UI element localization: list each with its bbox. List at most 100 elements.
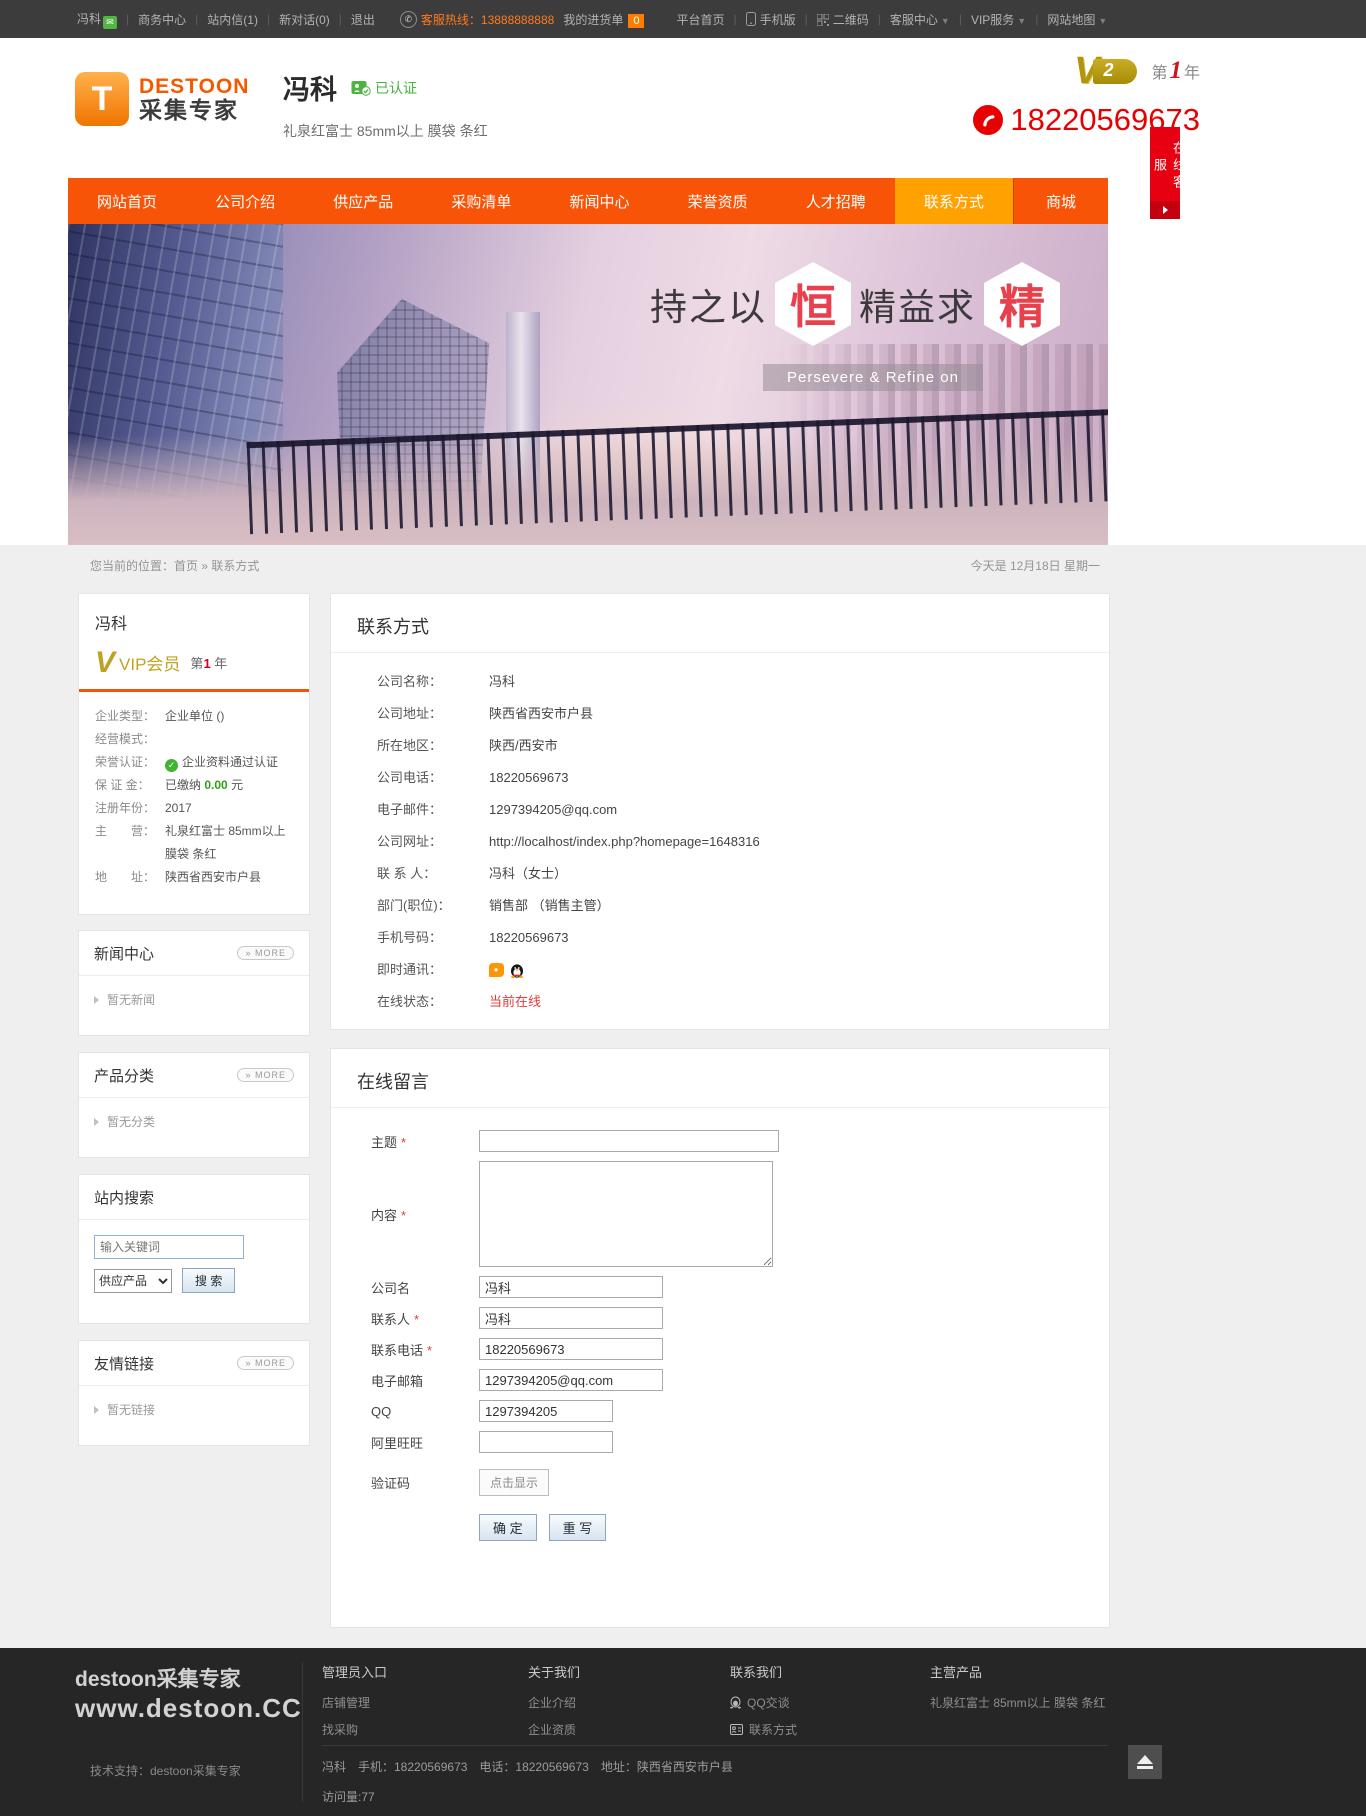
chevron-down-icon: ▼ (941, 16, 950, 26)
footer-visit-count: 访问量:77 (322, 1788, 375, 1805)
nav-item-honor[interactable]: 荣誉资质 (659, 178, 777, 224)
phone-input[interactable] (479, 1338, 663, 1360)
news-more-button[interactable]: » MORE (237, 946, 294, 960)
footer-link-shop-manage[interactable]: 店铺管理 (322, 1694, 387, 1711)
vip-v-icon: V (95, 652, 115, 674)
search-category-select[interactable]: 供应产品 (94, 1269, 172, 1293)
message-form-panel: 在线留言 主题* 内容* 公司名 联系人* 联系电话* (330, 1048, 1110, 1628)
nav-item-mall[interactable]: 商城 (1013, 178, 1108, 224)
banner-subtitle: Persevere & Refine on (763, 364, 983, 391)
online-service-tab[interactable]: 在线客服 (1150, 127, 1180, 219)
page-date: 今天是 12月18日 星期一 (930, 557, 1100, 574)
company-field-mode: 经营模式： (95, 728, 293, 751)
topbar-link-logout[interactable]: 退出 (342, 11, 384, 28)
links-more-button[interactable]: » MORE (237, 1356, 294, 1370)
breadcrumb-prefix: 您当前的位置： (90, 559, 174, 573)
wangwang-input[interactable] (479, 1431, 613, 1453)
form-row-company: 公司名 (371, 1276, 1109, 1298)
qrcode-icon (817, 14, 829, 26)
chevron-down-icon: ▼ (1098, 16, 1107, 26)
form-row-ww: 阿里旺旺 (371, 1431, 1109, 1453)
search-input[interactable] (94, 1235, 244, 1259)
qq-input[interactable] (479, 1400, 613, 1422)
verified-icon (351, 80, 371, 96)
contact-card-icon (730, 1724, 743, 1735)
divider (322, 1745, 1108, 1746)
footer-link-contact[interactable]: 联系方式 (730, 1721, 797, 1738)
sidebar-company-name: 冯科 (95, 610, 293, 634)
topbar-link-vip-service[interactable]: VIP服务▼ (962, 11, 1035, 28)
links-title: 友情链接 (94, 1353, 154, 1374)
categories-empty-text: 暂无分类 (107, 1115, 155, 1129)
main-nav: 网站首页 公司介绍 供应产品 采购清单 新闻中心 荣誉资质 人才招聘 联系方式 … (68, 178, 1108, 224)
qq-penguin-icon[interactable] (510, 962, 524, 978)
cart-link[interactable]: 我的进货单0 (554, 11, 653, 28)
sidebar-search-card: 站内搜索 供应产品 搜 索 (78, 1174, 310, 1324)
categories-more-button[interactable]: » MORE (237, 1068, 294, 1082)
company-website-link[interactable]: http://localhost/index.php?homepage=1648… (489, 826, 760, 858)
search-title: 站内搜索 (94, 1187, 154, 1208)
nav-item-news[interactable]: 新闻中心 (541, 178, 659, 224)
form-row-captcha: 验证码 点击显示 (371, 1469, 1109, 1496)
footer-link-find-purchase[interactable]: 找采购 (322, 1721, 387, 1738)
subject-input[interactable] (479, 1130, 779, 1152)
nav-item-purchase[interactable]: 采购清单 (422, 178, 540, 224)
topbar-link-sitemap[interactable]: 网站地图▼ (1038, 11, 1116, 28)
contact-input[interactable] (479, 1307, 663, 1329)
company-input[interactable] (479, 1276, 663, 1298)
topbar-username[interactable]: 冯科✉ (68, 10, 126, 29)
brand-logo[interactable]: T DESTOON 采集专家 (75, 72, 249, 126)
breadcrumb-home-link[interactable]: 首页 (174, 559, 198, 573)
hexagon-icon: 恒 (775, 262, 851, 346)
submit-button[interactable]: 确 定 (479, 1514, 537, 1541)
footer-link-company-cert[interactable]: 企业资质 (528, 1721, 580, 1738)
required-mark: * (401, 1208, 406, 1223)
contact-row: 联 系 人：冯科（女士） (377, 858, 1083, 890)
topbar-link-chats[interactable]: 新对话(0) (270, 11, 339, 28)
required-mark: * (414, 1312, 419, 1327)
topbar-link-qrcode[interactable]: 二维码 (808, 11, 878, 28)
vip-level-badge: V2 (1074, 56, 1137, 86)
mobile-icon (746, 12, 756, 26)
form-row-qq: QQ (371, 1400, 1109, 1422)
topbar-link-platform-home[interactable]: 平台首页 (667, 11, 733, 28)
nav-item-contact[interactable]: 联系方式 (895, 178, 1013, 224)
footer-col-about: 关于我们 企业介绍 企业资质 (528, 1662, 580, 1748)
topbar-link-messages[interactable]: 站内信(1) (198, 11, 267, 28)
topbar-link-mobile[interactable]: 手机版 (737, 11, 805, 28)
nav-item-products[interactable]: 供应产品 (304, 178, 422, 224)
nav-item-home[interactable]: 网站首页 (68, 178, 186, 224)
logo-t-icon: T (75, 72, 129, 126)
company-field-address: 地 址：陕西省西安市户县 (95, 866, 293, 889)
page: 冯科✉ | 商务中心 | 站内信(1) | 新对话(0) | 退出 ✆客服热线：… (0, 0, 1366, 1816)
sidebar-company-card: 冯科 V VIP会员 第1 年 企业类型：企业单位 () 经营模式： 荣誉认证：… (78, 593, 310, 915)
contact-row: 公司名称：冯科 (377, 666, 1083, 698)
topbar-link-service-center[interactable]: 客服中心▼ (881, 11, 959, 28)
nav-item-about[interactable]: 公司介绍 (186, 178, 304, 224)
reset-button[interactable]: 重 写 (549, 1514, 607, 1541)
check-icon: ✓ (165, 759, 178, 772)
news-title: 新闻中心 (94, 943, 154, 964)
content-textarea[interactable] (479, 1161, 773, 1267)
email-input[interactable] (479, 1369, 663, 1391)
search-button[interactable]: 搜 索 (182, 1268, 235, 1293)
qq-bubble-icon[interactable]: ● (489, 963, 504, 977)
topbar: 冯科✉ | 商务中心 | 站内信(1) | 新对话(0) | 退出 ✆客服热线：… (0, 0, 1366, 38)
hexagon-icon: 精 (984, 262, 1060, 346)
company-field-type: 企业类型：企业单位 () (95, 705, 293, 728)
captcha-show-button[interactable]: 点击显示 (479, 1469, 549, 1496)
arrow-up-icon (1137, 1755, 1153, 1764)
form-row-subject: 主题* (371, 1130, 1109, 1152)
breadcrumb-separator: » (201, 559, 208, 573)
form-panel-title: 在线留言 (331, 1049, 1109, 1108)
contact-row-im: 即时通讯： ● (377, 954, 1083, 986)
footer-link-qq-chat[interactable]: QQ交谈 (730, 1694, 797, 1711)
nav-item-jobs[interactable]: 人才招聘 (777, 178, 895, 224)
contact-row: 电子邮件：1297394205@qq.com (377, 794, 1083, 826)
topbar-left: 冯科✉ | 商务中心 | 站内信(1) | 新对话(0) | 退出 ✆客服热线：… (68, 10, 554, 29)
topbar-link-business-center[interactable]: 商务中心 (129, 11, 195, 28)
back-to-top-button[interactable] (1128, 1745, 1162, 1779)
footer-link-company-intro[interactable]: 企业介绍 (528, 1694, 580, 1711)
banner: 持之以 恒 精益求 精 Persevere & Refine on (68, 224, 1108, 545)
contact-row: 部门(职位)：销售部 （销售主管） (377, 890, 1083, 922)
